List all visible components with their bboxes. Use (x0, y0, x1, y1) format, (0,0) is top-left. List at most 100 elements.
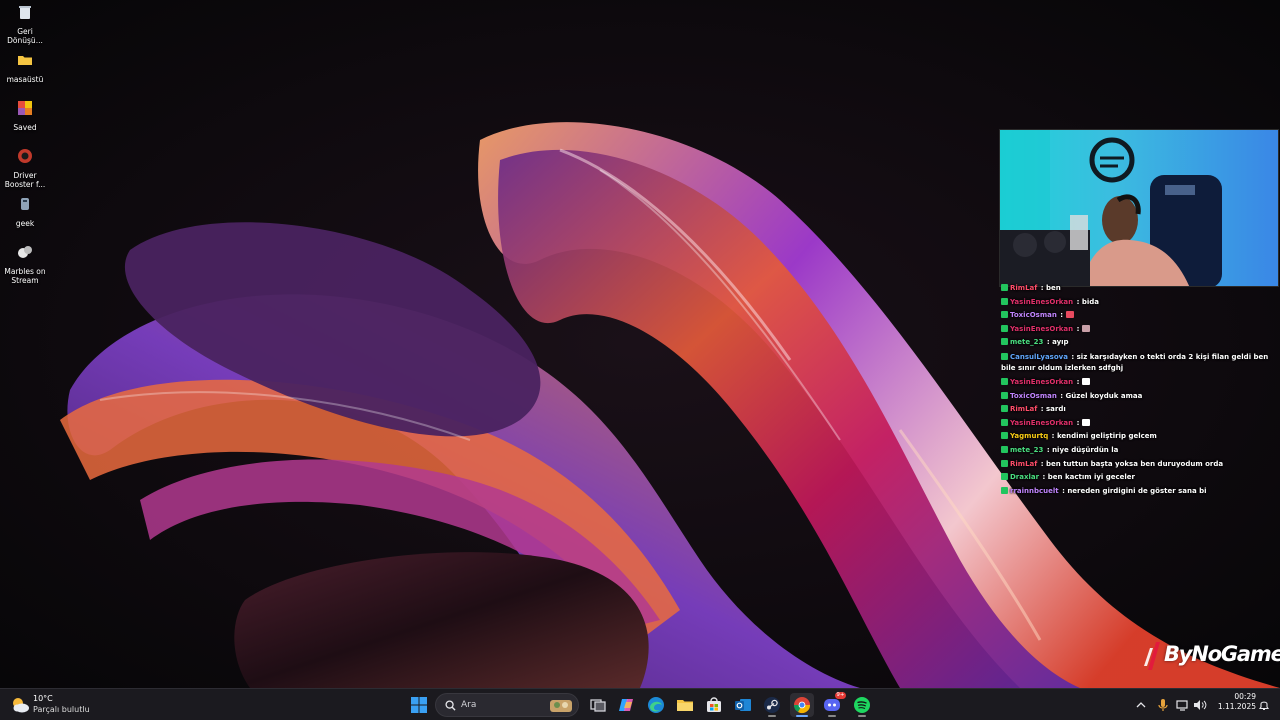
chat-username: YasinEnesOrkan (1010, 377, 1074, 386)
chat-separator: : (1049, 432, 1057, 441)
chat-message: Draxlar : ben kactım iyi geceler (1001, 471, 1277, 485)
running-indicator (858, 715, 866, 717)
desktop-icon-label: Marbles on (4, 267, 46, 276)
chat-badge-icon (1001, 377, 1008, 385)
desktop-icon-folder[interactable]: masaüstü (0, 52, 50, 84)
chevron-up-icon (1136, 702, 1146, 708)
stream-chat-overlay: RimLaf : ben YasinEnesOrkan : bida ToxicOs… (1001, 282, 1277, 502)
chat-message-text: ben tuttun başta yoksa ben duruyodum ord… (1046, 459, 1224, 468)
chat-message-text: nereden girdigini de göster sana bi (1067, 486, 1207, 495)
notification-center-button[interactable] (1258, 695, 1270, 715)
chat-badge-icon (1001, 473, 1008, 481)
chat-message-text: ben kactım iyi geceler (1047, 473, 1136, 482)
chat-message: ToxicOsman : (1001, 309, 1277, 323)
running-indicator (768, 715, 776, 717)
chat-message-text: sardı (1046, 405, 1066, 414)
search-highlight-icon (550, 700, 572, 712)
driver-booster-icon (18, 149, 32, 163)
chat-emote-icon (1081, 324, 1090, 332)
desktop-icon-label: Stream (11, 276, 39, 285)
microphone-status[interactable] (1157, 695, 1169, 715)
chat-separator: : (1074, 297, 1082, 306)
windows-logo-icon (411, 697, 427, 713)
taskbar-app-file-explorer[interactable] (673, 693, 697, 717)
chat-username: Draxlar (1010, 473, 1040, 482)
volume-control[interactable] (1193, 695, 1207, 715)
chat-separator: : (1044, 338, 1053, 347)
start-button[interactable] (407, 693, 431, 717)
network-status[interactable] (1176, 695, 1190, 715)
show-hidden-icons-button[interactable] (1135, 695, 1147, 715)
task-view-icon (590, 699, 606, 712)
outlook-icon (735, 699, 751, 711)
bynogame-watermark: ByNoGame (1142, 640, 1280, 672)
search-icon (445, 700, 456, 711)
chat-username: mete_23 (1010, 445, 1044, 454)
taskbar-app-discord[interactable]: 9+ (820, 692, 846, 717)
chat-message: mete_23 : ayıp (1001, 336, 1277, 350)
chat-badge-icon (1001, 311, 1008, 319)
file-explorer-icon (677, 700, 693, 711)
chat-badge-icon (1001, 338, 1008, 346)
desktop-icon-geek[interactable]: geek (0, 196, 50, 228)
chat-message-text: bida (1081, 297, 1099, 306)
desktop-icon-label: masaüstü (6, 75, 44, 84)
geek-app-icon (21, 198, 29, 210)
task-view-button[interactable] (586, 693, 610, 717)
desktop-icon-saved[interactable]: Saved (0, 100, 50, 132)
taskbar-app-copilot[interactable] (615, 693, 639, 717)
webcam-feed-image (1000, 130, 1278, 286)
desktop-icon-marbles-on-stream[interactable]: Marbles on Stream (0, 244, 50, 285)
chat-separator: : (1038, 405, 1047, 414)
chat-separator: : (1074, 418, 1082, 427)
taskbar-search-box[interactable]: Ara (435, 693, 579, 717)
chat-separator: : (1044, 445, 1053, 454)
weather-temperature: 10°C (33, 694, 53, 703)
clock-date: 1.11.2025 (1217, 702, 1256, 711)
chat-separator: : (1040, 473, 1048, 482)
chat-badge-icon (1001, 391, 1008, 399)
search-placeholder: Ara (461, 700, 477, 710)
taskbar-app-outlook[interactable] (731, 693, 755, 717)
taskbar-app-steam[interactable] (760, 693, 784, 717)
app-icon (18, 101, 32, 115)
chat-username: ToxicOsman (1010, 391, 1057, 400)
desktop-icon-recycle-bin[interactable]: Geri Dönüşü... (0, 4, 50, 45)
chat-username: Yagmurtq (1010, 432, 1049, 441)
chat-emote-icon (1065, 311, 1074, 319)
desktop-icon-label: geek (15, 219, 35, 228)
taskbar-app-store[interactable] (702, 693, 726, 717)
chat-separator: : (1057, 311, 1066, 320)
taskbar-app-spotify[interactable] (850, 693, 874, 717)
chat-separator: : (1038, 459, 1047, 468)
chat-message: YasinEnesOrkan : (1001, 323, 1277, 337)
chat-emote-icon (1081, 377, 1090, 385)
chrome-icon (793, 697, 811, 714)
chat-username: mete_23 (1010, 338, 1044, 347)
chat-username: YasinEnesOrkan (1010, 324, 1074, 333)
weather-condition: Parçalı bulutlu (33, 705, 90, 714)
chat-message-text: ben (1046, 284, 1061, 292)
marbles-icon (18, 246, 32, 258)
notification-bell-icon (1258, 701, 1270, 710)
chat-message: RimLaf : sardı (1001, 403, 1277, 417)
recycle-bin-icon (19, 6, 31, 19)
taskbar-app-chrome[interactable] (790, 693, 814, 717)
chat-separator: : (1074, 377, 1082, 386)
chat-username: RimLaf (1010, 405, 1038, 414)
edge-icon (648, 697, 664, 713)
chat-badge-icon (1001, 324, 1008, 332)
chat-message: YasinEnesOrkan : bida (1001, 296, 1277, 310)
taskbar-app-edge[interactable] (644, 693, 668, 717)
chat-badge-icon (1001, 432, 1008, 440)
taskbar-clock[interactable]: 00:29 1.11.2025 (1212, 692, 1256, 712)
chat-username: CansulLyasova (1010, 352, 1068, 361)
microphone-icon (1158, 699, 1168, 711)
chat-badge-icon (1001, 405, 1008, 413)
chat-message: ToxicOsman : Güzel koyduk amaa (1001, 390, 1277, 404)
taskbar: 10°C Parçalı bulutlu Ara 9+ 00:29 1.11.2… (0, 688, 1280, 720)
chat-message: CansulLyasova : siz karşıdayken o tekti … (1001, 350, 1277, 376)
chat-separator: : (1068, 352, 1077, 361)
chat-separator: : (1057, 391, 1066, 400)
desktop-icon-driver-booster[interactable]: Driver Booster f... (0, 148, 50, 189)
